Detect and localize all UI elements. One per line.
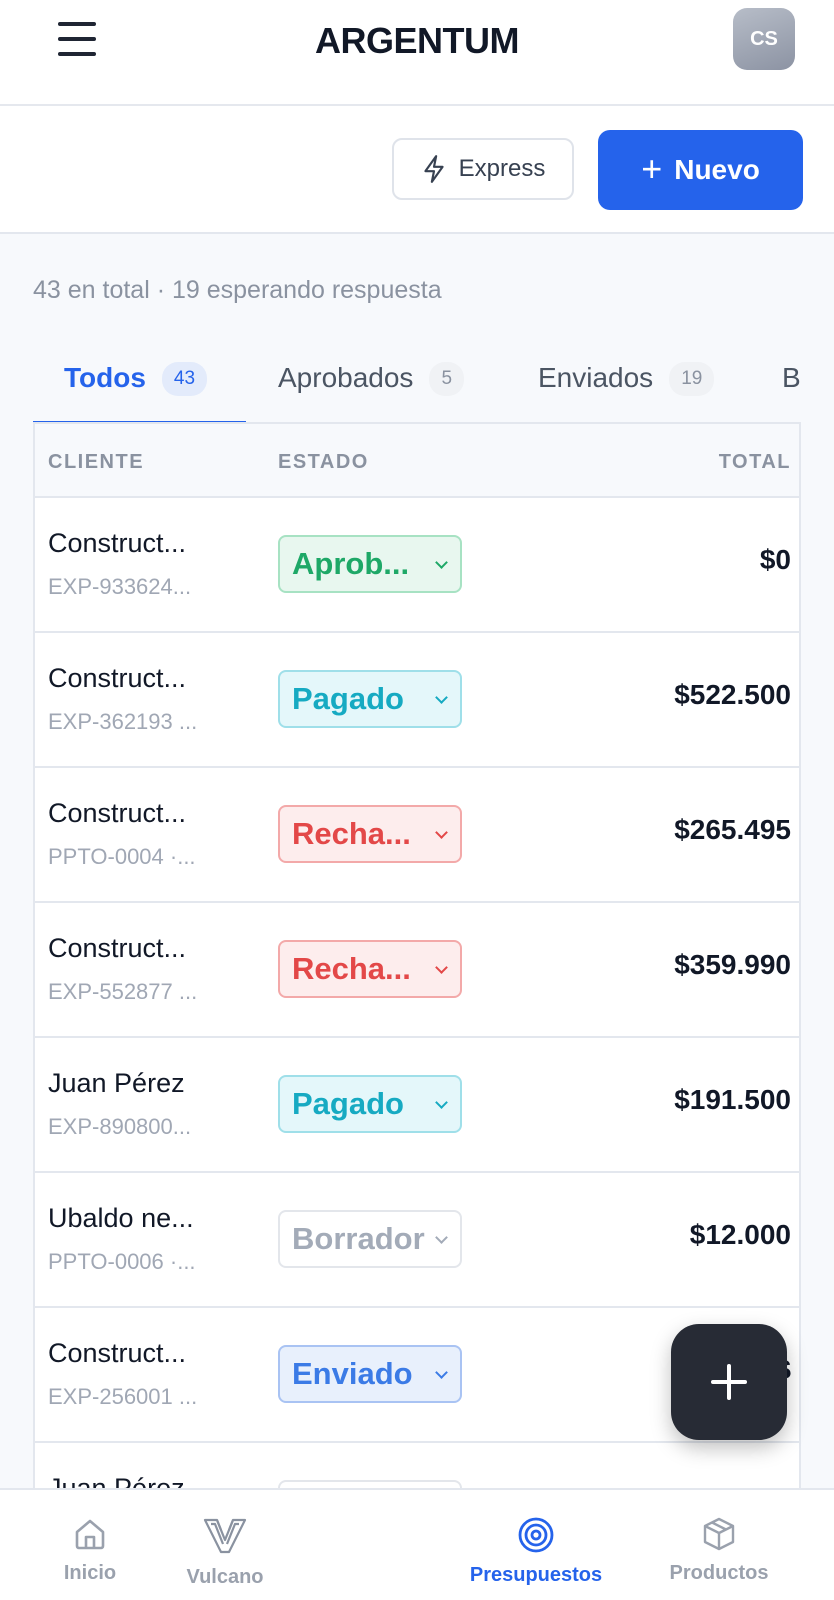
chevron-down-icon xyxy=(435,1096,448,1109)
express-button[interactable]: Express xyxy=(392,138,574,200)
status-select[interactable] xyxy=(278,1480,462,1488)
status-select[interactable]: Recha... xyxy=(278,805,462,863)
action-bar: Express + Nuevo xyxy=(0,106,834,234)
client-name: Construct... xyxy=(48,528,187,558)
status-select[interactable]: Pagado xyxy=(278,670,462,728)
table-row[interactable]: Construct... EXP-933624... Aprob... $0 xyxy=(35,498,799,633)
tab-todos[interactable]: Todos 43 xyxy=(64,352,208,422)
status-select[interactable]: Enviado xyxy=(278,1345,462,1403)
client-name: Ubaldo ne... xyxy=(48,1203,194,1233)
tab-label: Aprobados xyxy=(278,362,414,393)
nav-item-vulcano[interactable]: Vulcano xyxy=(175,1490,275,1600)
status-select[interactable]: Borrador xyxy=(278,1210,462,1268)
chevron-down-icon xyxy=(435,1366,448,1379)
row-total: $359.990 xyxy=(674,949,791,980)
nav-label: Productos xyxy=(669,1562,769,1584)
top-bar: ARGENTUM CS xyxy=(0,0,834,106)
row-total: $0 xyxy=(759,544,791,575)
row-total: $12.000 xyxy=(689,1219,791,1250)
box-icon xyxy=(703,1517,735,1551)
tab-label: Todos xyxy=(64,362,146,393)
status-label: Recha... xyxy=(292,816,411,851)
row-total: $191.500 xyxy=(674,1084,791,1115)
client-name: Construct... xyxy=(48,933,187,963)
row-total: $522.500 xyxy=(674,679,791,710)
status-select[interactable]: Recha... xyxy=(278,940,462,998)
column-header-estado[interactable]: ESTADO xyxy=(278,451,369,474)
quote-reference: EXP-890800... xyxy=(48,1114,192,1139)
table-row[interactable]: Juan Pérez EXP-890800... Pagado $191.500 xyxy=(35,1038,799,1173)
tab-b[interactable]: B xyxy=(782,352,801,422)
status-select[interactable]: Pagado xyxy=(278,1075,462,1133)
tab-label: B xyxy=(782,362,801,393)
client-name: Juan Pérez xyxy=(48,1068,185,1098)
plus-icon: + xyxy=(641,147,663,189)
quote-reference: EXP-362193 ... xyxy=(48,709,198,734)
column-header-total[interactable]: TOTAL xyxy=(719,451,791,474)
table-row[interactable]: Juan Pérez xyxy=(35,1443,799,1488)
status-label: Pagado xyxy=(292,1086,404,1121)
vulcano-logo-icon xyxy=(203,1518,247,1554)
summary-text: 43 en total · 19 esperando respuesta xyxy=(33,276,442,304)
chevron-down-icon xyxy=(435,556,448,569)
quote-reference: EXP-256001 ... xyxy=(48,1384,198,1409)
tab-count-badge: 5 xyxy=(429,362,465,396)
table-row[interactable]: Ubaldo ne... PPTO-0006 ·... Borrador $12… xyxy=(35,1173,799,1308)
tab-count-badge: 43 xyxy=(161,362,208,396)
app-title: ARGENTUM xyxy=(315,20,519,61)
tab-enviados[interactable]: Enviados 19 xyxy=(538,352,715,422)
quote-reference: PPTO-0006 ·... xyxy=(48,1249,196,1274)
tab-count-badge: 19 xyxy=(669,362,715,396)
nav-item-inicio[interactable]: Inicio xyxy=(40,1490,140,1600)
plus-icon xyxy=(711,1364,747,1400)
tab-label: Enviados xyxy=(538,362,654,393)
chevron-down-icon xyxy=(435,826,448,839)
floating-add-button[interactable] xyxy=(671,1324,787,1440)
chevron-down-icon xyxy=(435,691,448,704)
home-icon xyxy=(75,1519,105,1550)
quote-reference: PPTO-0004 ·... xyxy=(48,844,196,869)
nav-item-presupuestos[interactable]: Presupuestos xyxy=(462,1490,610,1600)
client-name: Construct... xyxy=(48,1338,187,1368)
avatar[interactable]: CS xyxy=(733,8,795,70)
status-label: Recha... xyxy=(292,951,411,986)
bottom-navigation: Inicio Vulcano Presupuestos Productos xyxy=(0,1488,834,1600)
status-label: Pagado xyxy=(292,681,404,716)
status-label: Aprob... xyxy=(292,546,410,581)
express-label: Express xyxy=(458,155,546,182)
chevron-down-icon xyxy=(435,961,448,974)
status-label: Borrador xyxy=(292,1221,425,1256)
new-button[interactable]: + Nuevo xyxy=(598,130,803,210)
client-name: Construct... xyxy=(48,798,187,828)
status-label: Enviado xyxy=(292,1356,413,1391)
table-row[interactable]: Construct... PPTO-0004 ·... Recha... $26… xyxy=(35,768,799,903)
target-icon xyxy=(518,1517,554,1553)
quote-reference: EXP-933624... xyxy=(48,574,192,599)
client-name: Juan Pérez xyxy=(48,1473,185,1488)
status-select[interactable]: Aprob... xyxy=(278,535,462,593)
table-row[interactable]: Construct... EXP-362193 ... Pagado $522.… xyxy=(35,633,799,768)
nav-label: Presupuestos xyxy=(469,1564,603,1586)
table-header: CLIENTE ESTADO TOTAL xyxy=(35,424,799,498)
client-name: Construct... xyxy=(48,663,187,693)
filter-tabs: Todos 43 Aprobados 5 Enviados 19 B xyxy=(33,352,801,424)
lightning-icon xyxy=(423,155,444,183)
new-label: Nuevo xyxy=(674,154,760,185)
nav-label: Vulcano xyxy=(186,1566,264,1588)
chevron-down-icon xyxy=(435,1231,448,1244)
row-total: $265.495 xyxy=(674,814,791,845)
column-header-cliente[interactable]: CLIENTE xyxy=(48,451,144,474)
nav-label: Inicio xyxy=(63,1562,117,1584)
nav-item-productos[interactable]: Productos xyxy=(660,1490,778,1600)
tab-aprobados[interactable]: Aprobados 5 xyxy=(278,352,465,422)
quote-reference: EXP-552877 ... xyxy=(48,979,198,1004)
table-row[interactable]: Construct... EXP-552877 ... Recha... $35… xyxy=(35,903,799,1038)
